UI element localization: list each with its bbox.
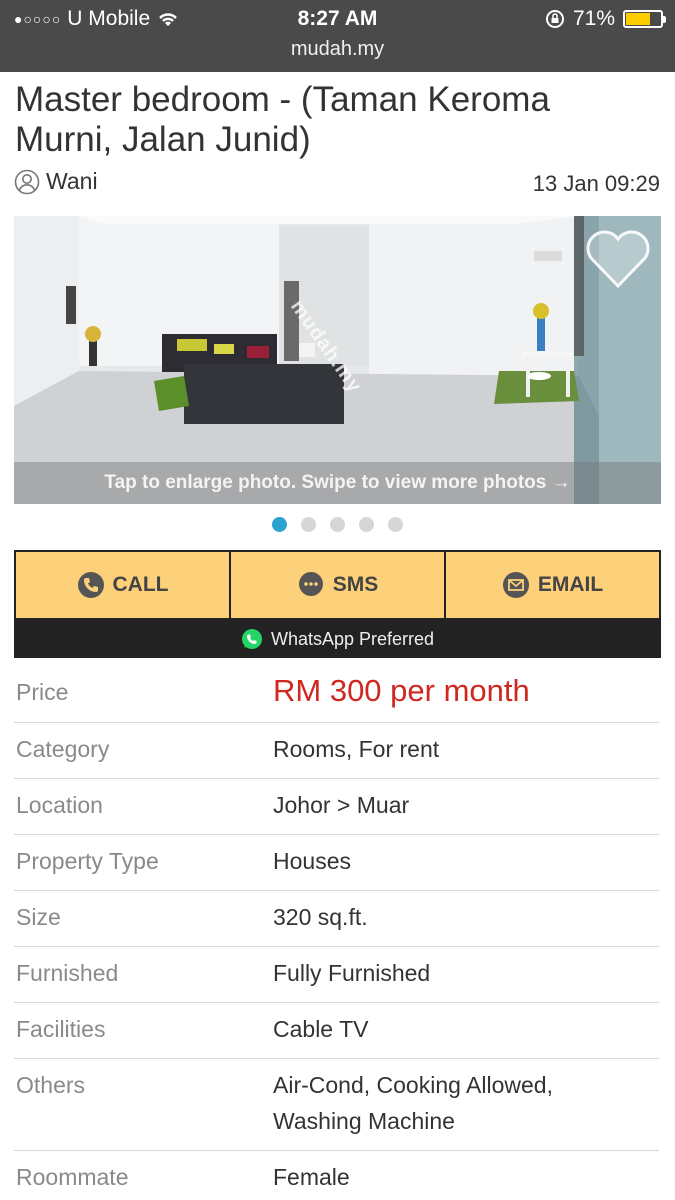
- rotation-lock-icon: [545, 10, 564, 28]
- page-dot[interactable]: [330, 517, 345, 532]
- detail-label: Size: [16, 904, 61, 930]
- envelope-icon: [502, 572, 529, 598]
- whatsapp-banner[interactable]: WhatsApp Preferred: [14, 620, 661, 658]
- photo-pagination: [0, 517, 675, 532]
- status-bar: ●○○○○ U Mobile 8:27 AM 71% mudah.my: [0, 0, 675, 72]
- detail-row-size: Size 320 sq.ft.: [14, 891, 659, 947]
- detail-row-others: Others Air-Cond, Cooking Allowed, Washin…: [14, 1059, 659, 1151]
- sms-button[interactable]: SMS: [231, 552, 446, 618]
- page-dot[interactable]: [272, 517, 287, 532]
- detail-value: Houses: [273, 848, 351, 874]
- detail-row-location: Location Johor > Muar: [14, 779, 659, 835]
- page-dot[interactable]: [301, 517, 316, 532]
- battery-icon: [623, 10, 666, 28]
- author-name: Wani: [46, 168, 98, 194]
- detail-value: Johor > Muar: [273, 792, 410, 818]
- detail-label: Roommate: [16, 1164, 129, 1190]
- detail-row-price: Price RM 300 per month: [14, 666, 659, 723]
- page-dot[interactable]: [388, 517, 403, 532]
- phone-icon: [77, 572, 104, 598]
- address-bar[interactable]: mudah.my: [0, 38, 675, 61]
- detail-value: Rooms, For rent: [273, 736, 440, 762]
- detail-label: Facilities: [16, 1016, 106, 1042]
- posted-date: 13 Jan 09:29: [532, 171, 660, 196]
- listing-photo[interactable]: mudah.my Tap to enlarge photo. Swipe to …: [14, 216, 661, 504]
- chat-bubble-icon: [298, 572, 323, 596]
- detail-label: Property Type: [16, 848, 159, 874]
- sms-label: SMS: [332, 573, 379, 596]
- favorite-heart-icon[interactable]: [585, 230, 651, 290]
- email-label: EMAIL: [537, 573, 604, 596]
- detail-label: Location: [16, 792, 103, 818]
- detail-label: Category: [16, 736, 110, 762]
- detail-value: 320 sq.ft.: [273, 904, 368, 930]
- detail-label: Others: [16, 1072, 86, 1098]
- detail-label: Furnished: [16, 960, 119, 986]
- detail-value: Cable TV: [273, 1016, 369, 1042]
- details-table: Price RM 300 per month Category Rooms, F…: [14, 666, 659, 1200]
- detail-row-roommate: Roommate Female: [14, 1151, 659, 1200]
- price-value: RM 300 per month: [273, 673, 530, 708]
- call-label: CALL: [112, 573, 169, 596]
- detail-value: Air-Cond, Cooking Allowed, Washing Machi…: [273, 1072, 553, 1134]
- battery-percent: 71%: [572, 7, 615, 30]
- call-button[interactable]: CALL: [16, 552, 231, 618]
- user-icon: [14, 169, 40, 194]
- whatsapp-icon: [241, 629, 262, 649]
- whatsapp-label: WhatsApp Preferred: [270, 628, 435, 649]
- detail-value: Fully Furnished: [273, 960, 431, 986]
- status-right: 71%: [545, 7, 666, 31]
- detail-label: Price: [16, 679, 69, 705]
- detail-row-category: Category Rooms, For rent: [14, 723, 659, 779]
- detail-row-facilities: Facilities Cable TV: [14, 1003, 659, 1059]
- page-dot[interactable]: [359, 517, 374, 532]
- detail-row-furnished: Furnished Fully Furnished: [14, 947, 659, 1003]
- email-button[interactable]: EMAIL: [446, 552, 659, 618]
- photo-caption: Tap to enlarge photo. Swipe to view more…: [14, 462, 661, 504]
- detail-value: Female: [273, 1164, 350, 1190]
- listing-title: Master bedroom - (Taman Keroma Murni, Ja…: [15, 80, 550, 159]
- contact-actions: CALL SMS EMAIL: [14, 550, 661, 620]
- author[interactable]: Wani: [14, 168, 98, 195]
- detail-row-property-type: Property Type Houses: [14, 835, 659, 891]
